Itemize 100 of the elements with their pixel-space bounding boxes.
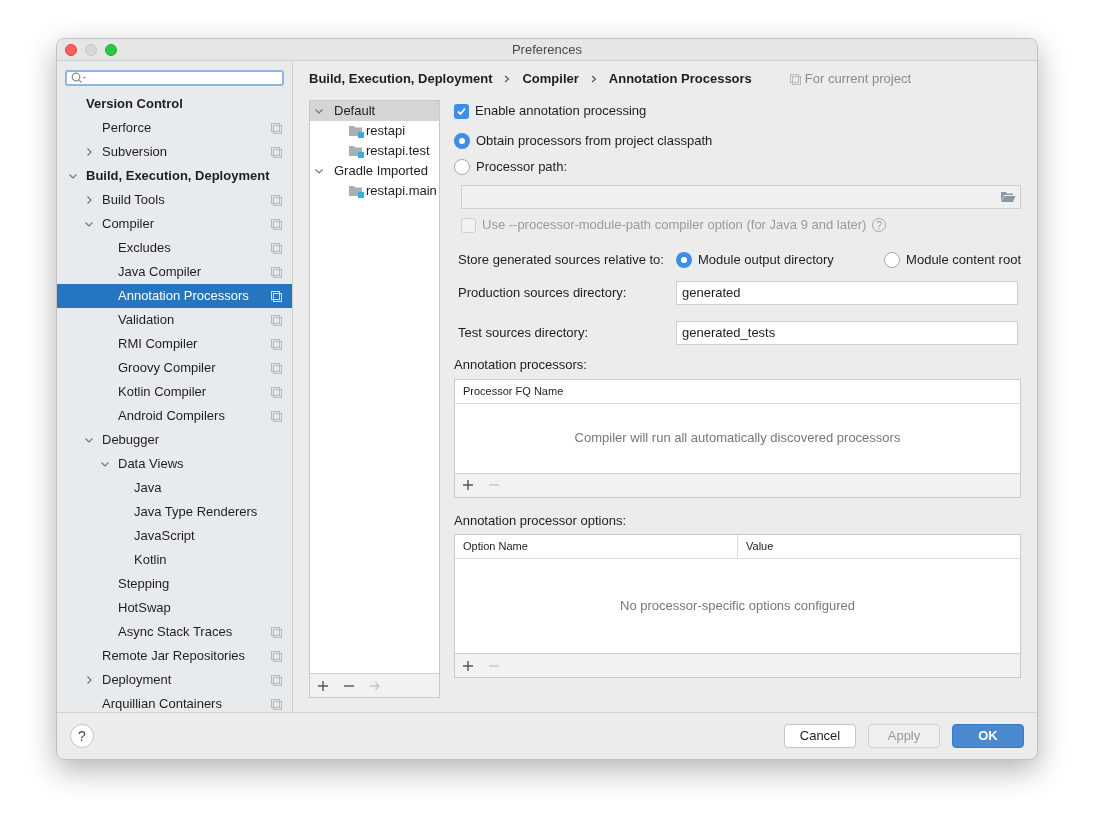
checkbox[interactable] (454, 103, 469, 119)
item-label: Remote Jar Repositories (102, 647, 247, 666)
sidebar-item[interactable]: Groovy Compiler (57, 356, 292, 380)
chevron-right-icon[interactable] (84, 195, 94, 205)
module-folder-icon (348, 184, 364, 198)
sidebar-item[interactable]: Debugger (57, 428, 292, 452)
item-label: Async Stack Traces (118, 623, 234, 642)
item-label: Arquillian Containers (102, 695, 223, 714)
radio-button[interactable] (454, 133, 470, 149)
item-label: Kotlin (134, 551, 168, 570)
item-label: Java Compiler (118, 263, 203, 282)
field-label: Store generated sources relative to: (457, 251, 665, 270)
checkbox-label: Use --processor-module-path compiler option (for Java 9 and later) (482, 216, 867, 235)
item-label: Validation (118, 311, 176, 330)
item-label: Compiler (102, 215, 155, 234)
sidebar-item[interactable]: Java Type Renderers (57, 500, 292, 524)
breadcrumb-item[interactable]: Build, Execution, Deployment (309, 69, 493, 89)
chevron-down-icon[interactable] (100, 459, 110, 469)
sidebar-item[interactable]: Validation (57, 308, 292, 332)
sidebar-item[interactable]: Annotation Processors (57, 284, 292, 308)
item-label: Deployment (102, 671, 173, 690)
profile-tree-item[interactable]: Default (310, 101, 439, 121)
sidebar-item[interactable]: Version Control (57, 92, 292, 116)
item-label: Build Tools (102, 191, 166, 210)
sidebar-item[interactable]: Deployment (57, 668, 292, 692)
profile-tree-item[interactable]: restapi.test (310, 141, 439, 161)
chevron-right-icon[interactable] (84, 675, 94, 685)
sidebar-item[interactable]: Arquillian Containers (57, 692, 292, 716)
zoom-window-button[interactable] (105, 43, 117, 56)
search-icon (71, 72, 87, 84)
chevron-down-icon[interactable] (84, 435, 94, 445)
checkmark-icon (456, 105, 467, 117)
dialog-button[interactable]: OK (952, 724, 1024, 748)
sidebar-item[interactable]: Async Stack Traces (57, 620, 292, 644)
sidebar-item[interactable]: Data Views (57, 452, 292, 476)
radio-button[interactable] (676, 252, 692, 268)
chevron-down-icon[interactable] (68, 171, 78, 181)
radio-label: Module output directory (698, 251, 834, 270)
chevron-down-icon[interactable] (314, 106, 324, 116)
radio-label: Obtain processors from project classpath (476, 132, 713, 151)
sidebar-item[interactable]: Compiler (57, 212, 292, 236)
sidebar-item[interactable]: Remote Jar Repositories (57, 644, 292, 668)
item-label: Kotlin Compiler (118, 383, 208, 402)
radio-label: Module content root (906, 251, 1021, 270)
sidebar-item[interactable]: Java (57, 476, 292, 500)
radio-button[interactable] (454, 159, 470, 175)
sidebar-item[interactable]: Build, Execution, Deployment (57, 164, 292, 188)
empty-message: No processor-specific options configured (620, 597, 855, 616)
column-header[interactable]: Option Name (455, 535, 737, 558)
field-label: Production sources directory: (457, 284, 628, 303)
sidebar-item[interactable]: HotSwap (57, 596, 292, 620)
sidebar-item[interactable]: Excludes (57, 236, 292, 260)
close-window-button[interactable] (65, 43, 77, 56)
chevron-down-icon[interactable] (314, 166, 324, 176)
add-icon[interactable] (462, 479, 474, 491)
radio-button[interactable] (884, 252, 901, 268)
breadcrumb-item[interactable]: Annotation Processors (608, 69, 752, 89)
add-icon[interactable] (317, 679, 329, 692)
chevron-right-icon[interactable] (84, 147, 94, 157)
item-label: Version Control (86, 95, 184, 114)
profile-tree-item[interactable]: restapi (310, 121, 439, 141)
sidebar-item[interactable]: Build Tools (57, 188, 292, 212)
help-button[interactable]: ? (70, 724, 94, 748)
item-label: restapi (366, 122, 406, 141)
text-field[interactable]: generated (676, 281, 1018, 305)
breadcrumb-item[interactable]: Compiler (522, 69, 579, 89)
item-label: restapi.main (366, 182, 437, 201)
module-folder-icon (348, 124, 364, 138)
sidebar-item[interactable]: RMI Compiler (57, 332, 292, 356)
chevron-down-icon[interactable] (84, 219, 94, 229)
search-field[interactable] (65, 70, 284, 86)
item-label: Debugger (102, 431, 161, 450)
sidebar-item[interactable]: JavaScript (57, 524, 292, 548)
window-title: Preferences (511, 40, 583, 59)
sidebar-item[interactable]: Kotlin (57, 548, 292, 572)
profile-tree-item[interactable]: restapi.main (310, 181, 439, 201)
section-label: Annotation processor options: (454, 511, 627, 530)
text-field[interactable]: generated_tests (676, 321, 1018, 345)
add-icon[interactable] (462, 659, 474, 672)
dialog-button[interactable]: Cancel (784, 724, 856, 748)
item-label: Data Views (118, 455, 185, 474)
sidebar-item[interactable]: Java Compiler (57, 260, 292, 284)
sidebar-item[interactable]: Android Compilers (57, 404, 292, 428)
module-folder-icon (348, 144, 364, 158)
sidebar-item[interactable]: Stepping (57, 572, 292, 596)
sidebar-item[interactable]: Kotlin Compiler (57, 380, 292, 404)
item-label: RMI Compiler (118, 335, 199, 354)
column-header[interactable]: Value (737, 535, 1020, 558)
sidebar-item[interactable]: Subversion (57, 140, 292, 164)
sidebar-item[interactable]: Perforce (57, 116, 292, 140)
item-label: Stepping (118, 575, 171, 594)
profile-tree-item[interactable]: Gradle Imported (310, 161, 439, 181)
item-label: Groovy Compiler (118, 359, 217, 378)
item-label: Excludes (118, 239, 172, 258)
column-header[interactable]: Processor FQ Name (455, 379, 1020, 403)
field-label: Test sources directory: (457, 324, 590, 343)
empty-message: Compiler will run all automatically discovered processors (574, 429, 901, 448)
item-label: Java (134, 479, 163, 498)
item-label: Android Compilers (118, 407, 226, 426)
item-label: Java Type Renderers (134, 503, 259, 522)
